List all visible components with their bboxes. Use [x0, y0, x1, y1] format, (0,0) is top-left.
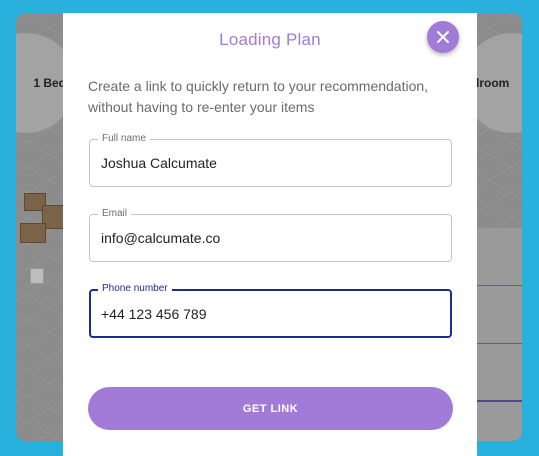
- get-link-button[interactable]: GET LINK: [88, 387, 453, 430]
- bg-results-panel: [477, 228, 522, 441]
- full-name-input[interactable]: [101, 140, 441, 186]
- phone-number-field[interactable]: Phone number: [89, 283, 452, 338]
- phone-number-input[interactable]: [101, 291, 440, 336]
- bg-boxes-illustration: [16, 183, 64, 303]
- modal-description: Create a link to quickly return to your …: [88, 78, 429, 115]
- close-icon: [437, 31, 449, 43]
- email-input[interactable]: [101, 215, 441, 261]
- email-field[interactable]: Email: [89, 208, 452, 262]
- bg-room-card-right-label: droom: [472, 76, 510, 90]
- close-button[interactable]: [427, 21, 459, 53]
- full-name-field[interactable]: Full name: [89, 133, 452, 187]
- modal-title: Loading Plan: [219, 30, 321, 49]
- bg-room-card-left-label: 1 Bed: [33, 76, 66, 90]
- loading-plan-modal: Loading Plan Create a link to quickly re…: [63, 13, 477, 456]
